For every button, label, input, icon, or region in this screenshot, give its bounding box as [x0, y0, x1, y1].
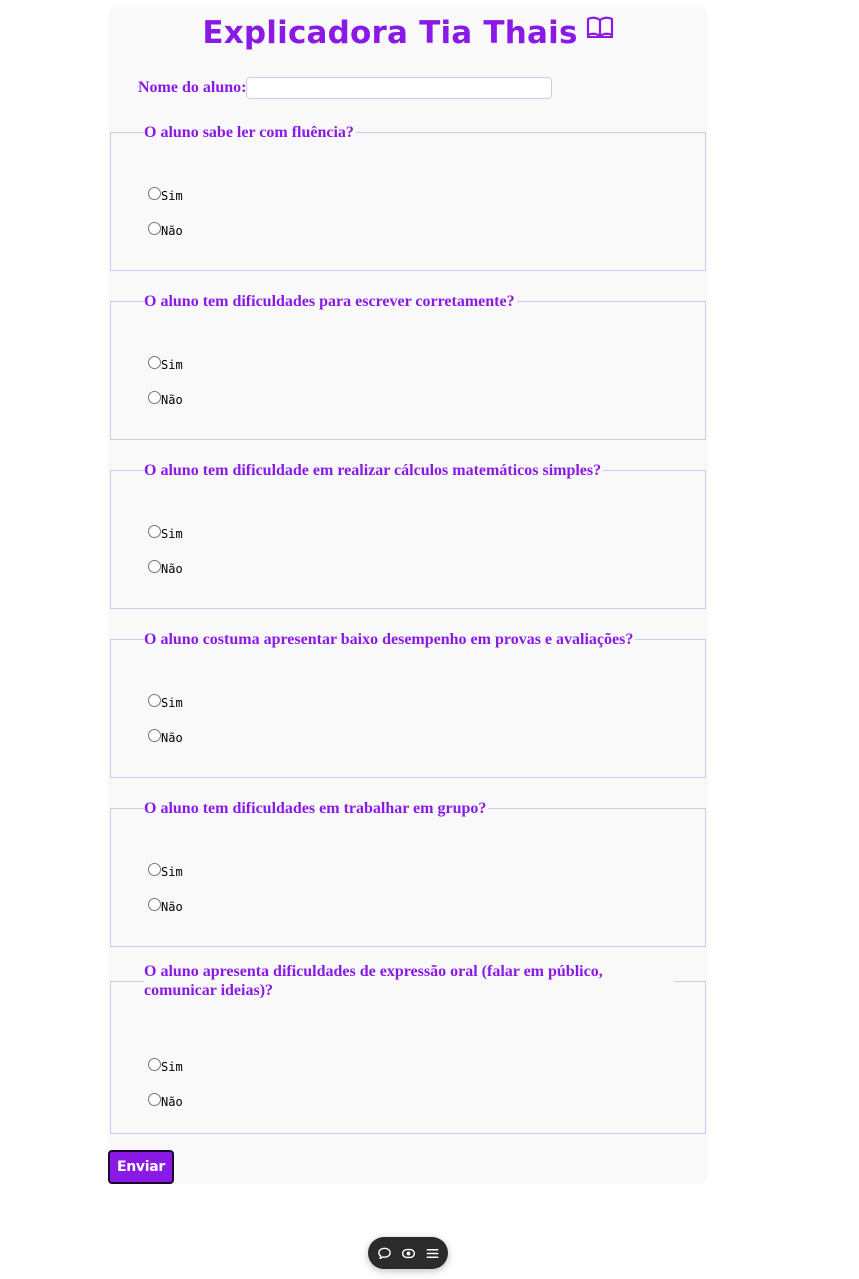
question-fieldset-3: O aluno tem dificuldade em realizar cálc… [110, 461, 706, 609]
question-legend-3: O aluno tem dificuldade em realizar cálc… [144, 462, 602, 479]
option-label: Não [161, 731, 183, 745]
eye-icon[interactable] [401, 1246, 416, 1261]
option-label: Não [161, 900, 183, 914]
submit-button[interactable]: Enviar [108, 1150, 174, 1184]
radio-nao-5[interactable] [148, 898, 161, 911]
radio-sim-4[interactable] [148, 694, 161, 707]
option-sim-3[interactable]: Sim [148, 525, 183, 541]
radio-nao-6[interactable] [148, 1093, 161, 1106]
page-title: Explicadora Tia Thais [108, 15, 708, 51]
question-legend-5: O aluno tem dificuldades em trabalhar em… [144, 800, 487, 817]
question-legend-2: O aluno tem dificuldades para escrever c… [144, 293, 515, 310]
open-book-icon [586, 16, 613, 38]
option-sim-2[interactable]: Sim [148, 356, 183, 372]
radio-nao-2[interactable] [148, 391, 161, 404]
option-nao-4[interactable]: Não [148, 729, 183, 745]
option-label: Sim [161, 865, 183, 879]
option-label: Sim [161, 189, 183, 203]
option-label: Sim [161, 358, 183, 372]
option-nao-3[interactable]: Não [148, 560, 183, 576]
radio-nao-4[interactable] [148, 729, 161, 742]
student-name-label: Nome do aluno: [138, 79, 247, 96]
radio-sim-5[interactable] [148, 863, 161, 876]
option-sim-4[interactable]: Sim [148, 694, 183, 710]
option-nao-6[interactable]: Não [148, 1093, 183, 1109]
option-sim-6[interactable]: Sim [148, 1058, 183, 1074]
question-legend-1: O aluno sabe ler com fluência? [144, 124, 354, 141]
radio-sim-6[interactable] [148, 1058, 161, 1071]
question-legend-6: O aluno apresenta dificuldades de expres… [144, 963, 603, 999]
radio-sim-1[interactable] [148, 187, 161, 200]
option-nao-1[interactable]: Não [148, 222, 183, 238]
question-fieldset-4: O aluno costuma apresentar baixo desempe… [110, 630, 706, 778]
option-label: Não [161, 224, 183, 238]
student-name-row: Nome do aluno: [138, 77, 553, 99]
option-label: Não [161, 393, 183, 407]
question-legend-4: O aluno costuma apresentar baixo desempe… [144, 631, 634, 648]
option-sim-5[interactable]: Sim [148, 863, 183, 879]
option-label: Não [161, 1095, 183, 1109]
radio-nao-1[interactable] [148, 222, 161, 235]
question-fieldset-1: O aluno sabe ler com fluência? Sim Não [110, 123, 706, 271]
option-label: Sim [161, 1060, 183, 1074]
option-nao-5[interactable]: Não [148, 898, 183, 914]
comment-icon[interactable] [377, 1246, 392, 1261]
option-sim-1[interactable]: Sim [148, 187, 183, 203]
floating-toolbar [368, 1237, 448, 1269]
option-label: Sim [161, 527, 183, 541]
option-label: Não [161, 562, 183, 576]
menu-icon[interactable] [425, 1246, 440, 1261]
radio-sim-2[interactable] [148, 356, 161, 369]
option-label: Sim [161, 696, 183, 710]
form-card: Explicadora Tia Thais Nome do aluno: O a… [108, 7, 708, 1184]
page-title-text: Explicadora Tia Thais [202, 15, 578, 51]
option-nao-2[interactable]: Não [148, 391, 183, 407]
question-fieldset-5: O aluno tem dificuldades em trabalhar em… [110, 799, 706, 947]
question-fieldset-6: O aluno apresenta dificuldades de expres… [110, 962, 706, 1134]
student-name-input[interactable] [246, 77, 553, 99]
radio-nao-3[interactable] [148, 560, 161, 573]
radio-sim-3[interactable] [148, 525, 161, 538]
question-fieldset-2: O aluno tem dificuldades para escrever c… [110, 292, 706, 440]
